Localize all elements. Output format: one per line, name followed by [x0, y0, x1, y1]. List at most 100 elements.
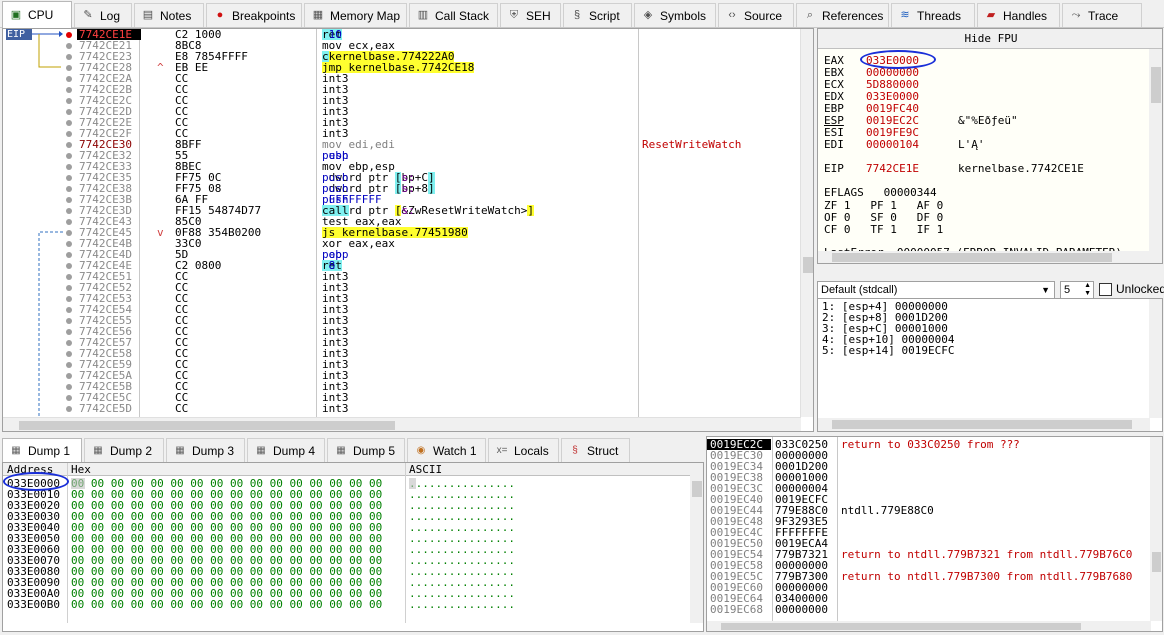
breakpoint-dot[interactable] — [63, 172, 75, 183]
stack-horizontal-scrollbar[interactable] — [707, 621, 1151, 631]
dump-tab-dump-4[interactable]: ▦ Dump 4 — [247, 438, 325, 462]
hide-fpu-button[interactable]: Hide FPU — [818, 29, 1162, 49]
breakpoint-dot[interactable] — [63, 304, 75, 315]
stack-row[interactable]: 0019EC48 9F3293E5 — [707, 516, 1151, 527]
stack-row[interactable]: 0019EC4C FFFFFFFE — [707, 527, 1151, 538]
stack-row[interactable]: 0019EC30 00000000 — [707, 450, 1151, 461]
stack-row[interactable]: 0019EC5C 779B7300 return to ntdll.779B7300… — [707, 571, 1151, 582]
dump-row[interactable]: 033E00B0 00 00 00 00 00 00 00 00 00 00 00… — [3, 599, 691, 610]
tab-source[interactable]: ‹› Source — [718, 3, 794, 27]
tab-trace[interactable]: ⤳ Trace — [1062, 3, 1142, 27]
breakpoint-dot[interactable] — [63, 117, 75, 128]
breakpoint-dot[interactable] — [63, 150, 75, 161]
tab-call-stack[interactable]: ▥ Call Stack — [409, 3, 498, 27]
breakpoint-dot[interactable] — [63, 95, 75, 106]
stack-row[interactable]: 0019EC3C 00000004 — [707, 483, 1151, 494]
breakpoint-dot[interactable] — [63, 62, 75, 73]
breakpoint-dot[interactable] — [63, 194, 75, 205]
register-value[interactable]: 7742CE1E — [866, 163, 919, 174]
stack-row[interactable]: 0019EC44 779E88C0 ntdll.779E88C0 — [707, 505, 1151, 516]
breakpoint-dot[interactable] — [63, 370, 75, 381]
arguments-horizontal-scrollbar[interactable] — [818, 418, 1150, 431]
scroll-thumb[interactable] — [692, 481, 702, 497]
register-value[interactable]: 0019EC2C — [866, 115, 919, 126]
spinner-arrows-icon[interactable]: ▲ ▼ — [1084, 282, 1091, 298]
dump-vertical-scrollbar[interactable] — [690, 463, 703, 623]
tab-references[interactable]: ⌕ References — [796, 3, 889, 27]
ascii-column-header[interactable]: ASCII — [409, 463, 442, 476]
scroll-thumb[interactable] — [19, 421, 395, 430]
breakpoint-dot[interactable] — [63, 128, 75, 139]
stack-row[interactable]: 0019EC60 00000000 — [707, 582, 1151, 593]
breakpoint-dot[interactable] — [63, 40, 75, 51]
argument-count-spinner[interactable]: 5 ▲ ▼ — [1060, 281, 1094, 299]
breakpoint-dot[interactable] — [63, 84, 75, 95]
breakpoint-dot[interactable] — [63, 271, 75, 282]
register-value[interactable]: 033E0000 — [866, 91, 919, 102]
breakpoint-dot[interactable] — [63, 205, 75, 216]
tab-seh[interactable]: ⛨ SEH — [500, 3, 561, 27]
tab-breakpoints[interactable]: ● Breakpoints — [206, 3, 302, 27]
arguments-vertical-scrollbar[interactable] — [1149, 299, 1162, 418]
breakpoint-dot[interactable] — [63, 161, 75, 172]
breakpoint-dot[interactable] — [63, 51, 75, 62]
scroll-thumb[interactable] — [803, 257, 813, 273]
dump-tab-struct[interactable]: § Struct — [561, 438, 630, 462]
breakpoint-dot[interactable] — [63, 249, 75, 260]
breakpoint-dot[interactable] — [63, 348, 75, 359]
breakpoint-dot[interactable] — [63, 392, 75, 403]
disasm-vertical-scrollbar[interactable] — [800, 29, 813, 417]
stack-row[interactable]: 0019EC34 0001D200 — [707, 461, 1151, 472]
stack-row[interactable]: 0019EC64 03400000 — [707, 593, 1151, 604]
tab-memory-map[interactable]: ▦ Memory Map — [304, 3, 407, 27]
breakpoint-dot[interactable] — [63, 315, 75, 326]
dump-tab-locals[interactable]: x= Locals — [488, 438, 559, 462]
stack-row[interactable]: 0019EC54 779B7321 return to ntdll.779B7321… — [707, 549, 1151, 560]
register-value[interactable]: 0019FC40 — [866, 103, 919, 114]
breakpoint-dot[interactable] — [63, 29, 75, 40]
dump-tab-dump-2[interactable]: ▦ Dump 2 — [84, 438, 164, 462]
registers-vertical-scrollbar[interactable] — [1149, 49, 1162, 263]
tab-threads[interactable]: ≋ Threads — [891, 3, 975, 27]
register-value[interactable]: 00000104 — [866, 139, 919, 150]
dump-tab-watch-1[interactable]: ◉ Watch 1 — [407, 438, 486, 462]
calling-convention-select[interactable]: Default (stdcall) ▼ — [817, 281, 1055, 299]
breakpoint-dot[interactable] — [63, 139, 75, 150]
arguments-pane[interactable]: 1: [esp+4] 00000000 2: [esp+8] 0001D200 3:… — [817, 298, 1163, 432]
breakpoint-dot[interactable] — [63, 183, 75, 194]
breakpoint-dot[interactable] — [63, 326, 75, 337]
stack-vertical-scrollbar[interactable] — [1150, 437, 1162, 621]
dump-pane[interactable]: Address Hex ASCII 033E0000 00 00 00 00 00… — [2, 462, 704, 632]
dump-tab-dump-3[interactable]: ▦ Dump 3 — [166, 438, 245, 462]
breakpoint-dot[interactable] — [63, 73, 75, 84]
disassembly-pane[interactable]: EIP 7742CE1E C2 1000 ret 10 7742CE21 8BC8 mov… — [2, 28, 814, 432]
stack-row[interactable]: 0019EC68 00000000 — [707, 604, 1151, 615]
tab-notes[interactable]: ▤ Notes — [134, 3, 204, 27]
breakpoint-dot[interactable] — [63, 381, 75, 392]
breakpoint-dot[interactable] — [63, 260, 75, 271]
breakpoint-dot[interactable] — [63, 216, 75, 227]
breakpoint-dot[interactable] — [63, 337, 75, 348]
disasm-row[interactable]: 7742CE5D CC int3 — [77, 403, 801, 414]
breakpoint-dot[interactable] — [63, 238, 75, 249]
stack-row[interactable]: 0019EC2C 033C0250 return to 033C0250 from … — [707, 439, 1151, 450]
scroll-thumb[interactable] — [832, 420, 1132, 429]
register-value[interactable]: 5D880000 — [866, 79, 919, 90]
tab-cpu[interactable]: ▣ CPU — [2, 1, 72, 28]
breakpoint-dot[interactable] — [63, 227, 75, 238]
unlocked-checkbox[interactable] — [1099, 283, 1112, 296]
dump-tab-dump-5[interactable]: ▦ Dump 5 — [327, 438, 405, 462]
dump-tab-dump-1[interactable]: ▦ Dump 1 — [2, 438, 82, 462]
breakpoint-dot[interactable] — [63, 282, 75, 293]
tab-log[interactable]: ✎ Log — [74, 3, 132, 27]
hex-column-header[interactable]: Hex — [71, 463, 91, 476]
breakpoint-dot[interactable] — [63, 106, 75, 117]
tab-symbols[interactable]: ◈ Symbols — [634, 3, 716, 27]
breakpoint-dot[interactable] — [63, 293, 75, 304]
argument-row[interactable]: 5: [esp+14] 0019ECFC — [822, 345, 954, 356]
scroll-thumb[interactable] — [1152, 552, 1161, 572]
scroll-thumb[interactable] — [832, 253, 1112, 262]
scroll-thumb[interactable] — [721, 623, 1081, 630]
breakpoint-dot[interactable] — [63, 359, 75, 370]
registers-horizontal-scrollbar[interactable] — [818, 251, 1149, 263]
